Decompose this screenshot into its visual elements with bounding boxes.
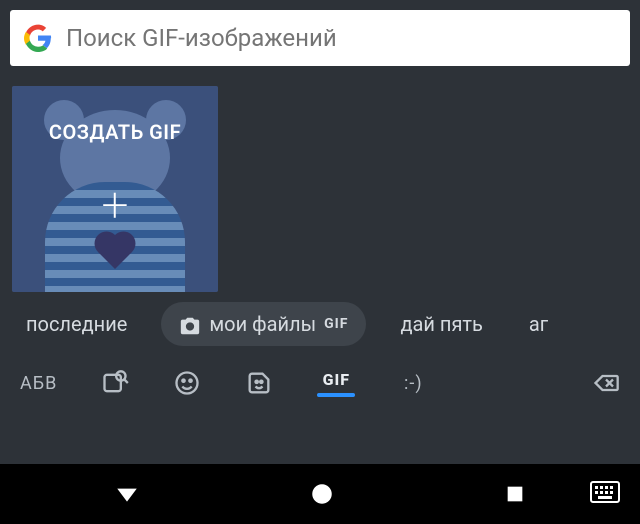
google-logo-icon xyxy=(24,24,52,52)
abc-key[interactable]: АБВ xyxy=(20,373,57,394)
gif-tab-label: GIF xyxy=(323,370,350,389)
camera-icon xyxy=(179,315,201,333)
gif-tab[interactable]: GIF xyxy=(317,370,355,397)
chip-partial[interactable]: аг xyxy=(517,304,560,344)
gif-category-chips: последние мои файлы GIF дай пять аг xyxy=(0,294,640,354)
backspace-icon[interactable] xyxy=(592,369,620,397)
android-nav-bar xyxy=(0,464,640,524)
nav-back-icon[interactable] xyxy=(114,481,140,507)
create-gif-label: СОЗДАТЬ GIF xyxy=(49,120,181,144)
chip-my-files[interactable]: мои файлы GIF xyxy=(161,302,366,346)
keyboard-bottom-row: АБВ xyxy=(0,354,640,412)
emoticon-tab[interactable]: :-) xyxy=(399,369,427,397)
nav-keyboard-icon[interactable] xyxy=(590,481,620,507)
gif-search-input[interactable] xyxy=(66,24,616,52)
nav-recents-icon[interactable] xyxy=(504,483,526,505)
gif-search-bar[interactable] xyxy=(10,10,630,66)
sticker-icon[interactable] xyxy=(245,369,273,397)
nav-home-icon[interactable] xyxy=(309,481,335,507)
gif-tab-underline xyxy=(317,393,355,397)
gif-thumbnails-row: СОЗДАТЬ GIF + xyxy=(0,76,640,294)
chip-highfive[interactable]: дай пять xyxy=(388,304,494,344)
search-sticker-icon[interactable] xyxy=(101,369,129,397)
plus-icon: + xyxy=(101,181,128,229)
emoji-icon[interactable] xyxy=(173,369,201,397)
chip-my-files-label: мои файлы xyxy=(209,312,316,336)
chip-gif-badge: GIF xyxy=(324,316,348,332)
chip-recent[interactable]: последние xyxy=(14,304,139,344)
create-gif-card[interactable]: СОЗДАТЬ GIF + xyxy=(12,86,218,292)
